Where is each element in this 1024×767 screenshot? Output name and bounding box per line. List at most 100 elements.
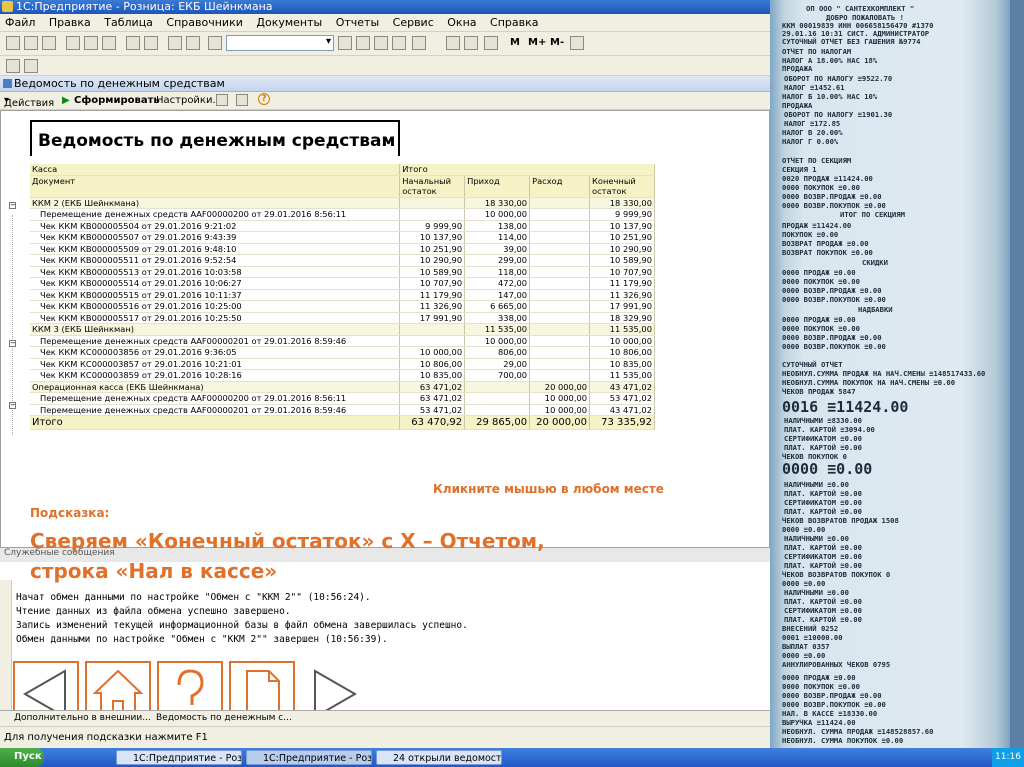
status-bar: Для получения подсказки нажмите F1 [0,726,770,748]
find-icon[interactable] [208,36,222,50]
row-start [399,208,466,221]
receipt-line: НАЛОГ ≡1452.61 [784,83,845,92]
search-back-icon[interactable] [374,36,388,50]
redo-icon[interactable] [186,36,200,50]
table-row[interactable]: Чек ККМ КВ000005516 от 29.01.2016 10:25:… [30,300,655,313]
actions-label: Действия [4,98,55,109]
save-report-icon[interactable] [216,94,228,106]
header-row: Касса Итого [30,164,655,176]
clipboard-icon[interactable] [484,36,498,50]
generate-button[interactable]: Сформировать [74,95,160,106]
save-icon[interactable] [42,36,56,50]
menu-windows[interactable]: Окна [442,14,481,31]
memory-minus-button[interactable]: M- [550,37,564,48]
memory-m-button[interactable]: M [510,37,520,48]
menu-documents[interactable]: Документы [251,14,327,31]
total-row: Итого 63 470,92 29 865,00 20 000,00 73 3… [30,415,655,430]
window-tab-active[interactable]: Ведомость по денежным с... [156,713,292,723]
menu-catalogs[interactable]: Справочники [161,14,247,31]
table-row[interactable]: Чек ККМ КВ000005509 от 29.01.2016 9:48:1… [30,243,655,255]
row-start: 10 707,90 [399,277,466,290]
new-document-icon[interactable] [6,36,20,50]
export-icon[interactable] [236,94,248,106]
table-row[interactable]: Чек ККМ КВ000005511 от 29.01.2016 9:52:5… [30,254,655,267]
settings-button[interactable]: Настройки... [156,95,222,106]
table-row[interactable]: Чек ККМ КС000003859 от 29.01.2016 10:28:… [30,369,655,382]
table-row[interactable]: Чек ККМ КВ000005514 от 29.01.2016 10:06:… [30,277,655,290]
calendar-icon[interactable] [464,36,478,50]
receipt-line: НАЛИЧНЫМИ ≡8330.00 [784,416,862,425]
help-icon[interactable]: ? [258,93,270,105]
table-row[interactable]: Чек ККМ КС000003856 от 29.01.2016 9:36:0… [30,346,655,359]
search-next-icon[interactable] [356,36,370,50]
undo-icon[interactable] [168,36,182,50]
print-preview-icon[interactable] [144,36,158,50]
row-end: 10 000,00 [589,335,655,347]
clear-search-icon[interactable] [338,36,352,50]
menu-help[interactable]: Справка [485,14,543,31]
row-start: 53 471,02 [399,404,466,416]
menu-table[interactable]: Таблица [99,14,158,31]
print-icon[interactable] [126,36,140,50]
table-row[interactable]: Перемещение денежных средств ААF00000200… [30,208,655,221]
table-row[interactable]: Перемещение денежных средств ААF00000201… [30,335,655,347]
receipt-line: АННУЛИРОВАННЫХ ЧЕКОВ 0795 [782,660,891,669]
receipt-line: 0000 ВОЗВР.ПРОДАЖ ≡0.00 [782,691,882,700]
play-icon: ▶ [62,95,70,106]
table-row[interactable]: Чек ККМ КВ000005515 от 29.01.2016 10:11:… [30,289,655,301]
group-row[interactable]: ККМ 2 (ЕКБ Шейнкмана) 18 330,00 18 330,00 [30,197,655,209]
menu-edit[interactable]: Правка [44,14,96,31]
document-icon [3,79,12,88]
collapse-toggle[interactable]: − [9,339,16,347]
table-row[interactable]: Чек ККМ КВ000005517 от 29.01.2016 10:25:… [30,312,655,324]
receipt-line: ПОКУПОК ≡0.00 [782,230,839,239]
memory-plus-button[interactable]: M+ [528,37,546,48]
receipt-line: 0001 ≡10000.00 [782,633,843,642]
receipt-line: СУТОЧНЫЙ ОТЧЕТ БЕЗ ГАШЕНИЯ №9774 [782,37,921,46]
open-folder-icon[interactable] [24,36,38,50]
window-tab[interactable]: Дополнительно в внешнии... [14,713,151,723]
menu-bar: Файл Правка Таблица Справочники Документ… [0,14,770,32]
list-icon[interactable] [24,59,38,73]
group-row[interactable]: Операционная касса (ЕКБ Шейнкмана) 63 471… [30,381,655,393]
taskbar-item[interactable]: 1С:Предприятие - Розни... [116,750,242,765]
table-row[interactable]: Чек ККМ КС000003857 от 29.01.2016 10:21:… [30,358,655,370]
row-out [529,335,591,347]
menu-reports[interactable]: Отчеты [331,14,384,31]
table-row[interactable]: Перемещение денежных средств ААF00000201… [30,404,655,416]
collapse-toggle[interactable]: − [9,402,16,409]
header-row: Документ Начальный Приход Расход Конечны… [30,175,655,186]
paste-icon[interactable] [102,36,116,50]
copy-icon[interactable] [84,36,98,50]
document-window-title-text: Ведомость по денежным средствам [14,77,225,90]
row-in: 700,00 [464,369,531,382]
start-button[interactable]: Пуск [0,748,44,767]
row-end: 11 179,90 [589,277,655,290]
app-icon [2,1,13,12]
table-row[interactable]: Перемещение денежных средств ААF00000200… [30,392,655,405]
bookmark-icon[interactable] [392,36,406,50]
collapse-toggle[interactable]: − [9,202,16,209]
table-row[interactable]: Чек ККМ КВ000005513 от 29.01.2016 10:03:… [30,266,655,278]
calculator-icon[interactable] [446,36,460,50]
menu-service[interactable]: Сервис [388,14,439,31]
row-in [464,381,531,393]
search-combo[interactable] [226,35,334,51]
row-end: 10 835,00 [589,358,655,370]
click-hint[interactable]: Кликните мышью в любом месте [433,482,664,496]
taskbar-item[interactable]: 24 открыли ведомость ... [376,750,502,765]
table-row[interactable]: Чек ККМ КВ000005507 от 29.01.2016 9:43:3… [30,231,655,244]
table-row[interactable]: Чек ККМ КВ000005504 от 29.01.2016 9:21:0… [30,220,655,232]
taskbar-item-active[interactable]: 1С:Предприятие - Розни... [246,750,372,765]
menu-file[interactable]: Файл [0,14,40,31]
window-tabs: Дополнительно в внешнии... Ведомость по … [0,710,770,726]
row-end: 9 999,90 [589,208,655,221]
tools-icon[interactable] [570,36,584,50]
row-in: 29,00 [464,358,531,370]
cut-icon[interactable] [66,36,80,50]
actions-menu[interactable]: Действия ▾ [4,95,54,109]
group-row[interactable]: ККМ 3 (ЕКБ Шейнкман) 11 535,00 11 535,00 [30,323,655,336]
help-icon[interactable] [412,36,426,50]
panel-icon[interactable] [6,59,20,73]
row-name: Перемещение денежных средств ААF00000201… [30,335,401,347]
